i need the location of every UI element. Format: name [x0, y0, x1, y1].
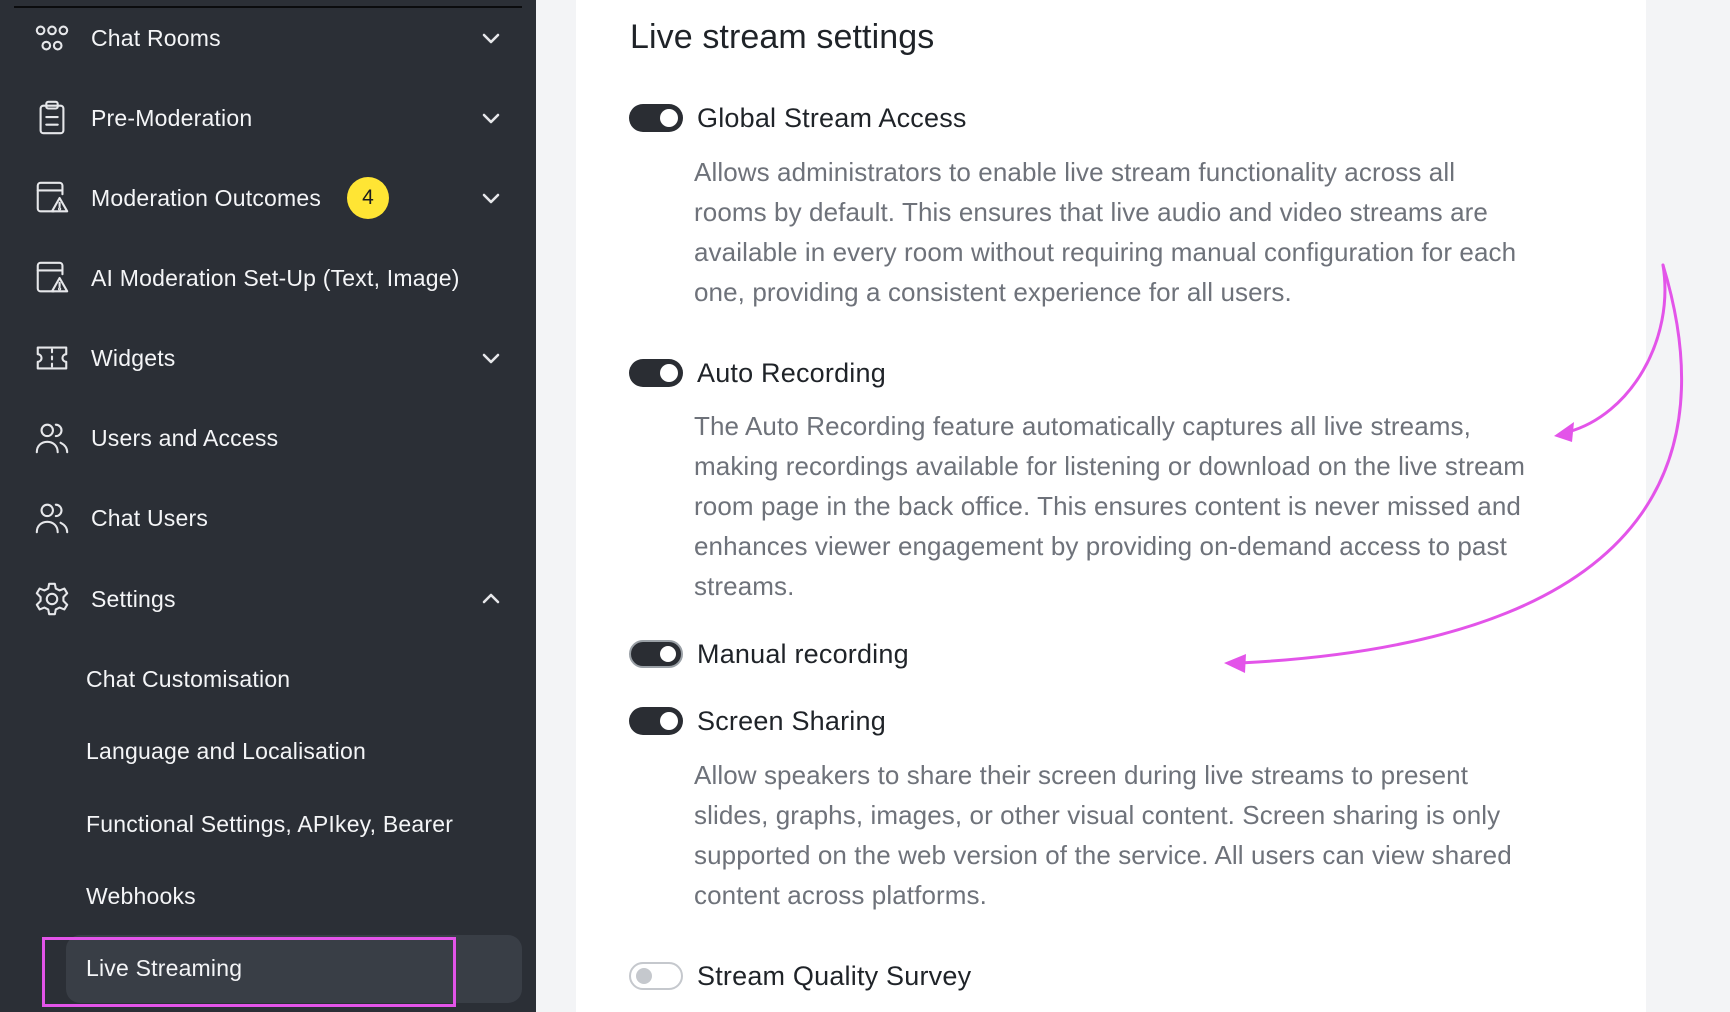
sidebar-subitem-functional-settings[interactable]: Functional Settings, APIkey, Bearer — [86, 811, 453, 838]
users-icon — [32, 498, 72, 538]
sidebar-item-users-and-access[interactable]: Users and Access — [0, 410, 536, 466]
sidebar-item-chat-rooms[interactable]: Chat Rooms — [0, 10, 536, 66]
ticket-icon — [32, 338, 72, 378]
sidebar-item-settings[interactable]: Settings — [0, 571, 536, 627]
toggle-manual-recording[interactable] — [629, 640, 683, 668]
setting-description-global-stream-access: Allows administrators to enable live str… — [694, 152, 1594, 312]
clipboard-icon — [32, 98, 72, 138]
sidebar-item-label: Users and Access — [91, 424, 279, 451]
description-line: Allows administrators to enable live str… — [694, 157, 1456, 187]
description-line: available in every room without requirin… — [694, 237, 1517, 267]
setting-title-screen-sharing: Screen Sharing — [697, 706, 886, 736]
annotation-highlight-box — [42, 937, 456, 1007]
chevron-down-icon[interactable] — [478, 185, 504, 211]
sidebar-item-label: AI Moderation Set-Up (Text, Image) — [91, 264, 460, 291]
sidebar-item-label: Moderation Outcomes — [91, 184, 322, 211]
setting-description-auto-recording: The Auto Recording feature automatically… — [694, 406, 1594, 606]
sidebar-subitem-language-localisation[interactable]: Language and Localisation — [86, 738, 366, 765]
toggle-global-stream-access[interactable] — [629, 104, 683, 132]
setting-description-screen-sharing: Allow speakers to share their screen dur… — [694, 755, 1594, 915]
description-line: content across platforms. — [694, 880, 987, 910]
file-warning-icon — [32, 258, 72, 298]
sidebar: Chat Rooms Pre-Moderation Moderation Out… — [0, 0, 536, 1012]
count-badge: 4 — [347, 177, 389, 219]
chevron-down-icon[interactable] — [478, 105, 504, 131]
page-title: Live stream settings — [630, 18, 935, 56]
setting-title-manual-recording: Manual recording — [697, 639, 909, 669]
toggle-screen-sharing[interactable] — [629, 707, 683, 735]
toggle-auto-recording[interactable] — [629, 359, 683, 387]
sidebar-divider — [14, 6, 522, 8]
sidebar-subitem-webhooks[interactable]: Webhooks — [86, 883, 196, 910]
chevron-up-icon[interactable] — [478, 586, 504, 612]
description-line: slides, graphs, images, or other visual … — [694, 800, 1501, 830]
sidebar-item-chat-users[interactable]: Chat Users — [0, 490, 536, 546]
description-line: streams. — [694, 571, 795, 601]
description-line: room page in the back office. This ensur… — [694, 491, 1521, 521]
sidebar-item-label: Chat Rooms — [91, 24, 221, 51]
description-line: one, providing a consistent experience f… — [694, 277, 1292, 307]
toggle-knob — [636, 968, 652, 984]
description-line: enhances viewer engagement by providing … — [694, 531, 1507, 561]
sidebar-subitem-chat-customisation[interactable]: Chat Customisation — [86, 666, 290, 693]
description-line: The Auto Recording feature automatically… — [694, 411, 1471, 441]
description-line: making recordings available for listenin… — [694, 451, 1525, 481]
toggle-knob — [660, 364, 678, 382]
setting-title-auto-recording: Auto Recording — [697, 358, 886, 388]
sidebar-item-label: Chat Users — [91, 504, 209, 531]
file-warning-icon — [32, 178, 72, 218]
network-icon — [32, 18, 72, 58]
users-icon — [32, 418, 72, 458]
chevron-down-icon[interactable] — [478, 345, 504, 371]
chevron-down-icon[interactable] — [478, 25, 504, 51]
setting-title-global-stream-access: Global Stream Access — [697, 103, 967, 133]
toggle-knob — [660, 646, 676, 662]
gear-icon — [32, 579, 72, 619]
sidebar-item-label: Pre-Moderation — [91, 104, 253, 131]
sidebar-item-moderation-outcomes[interactable]: Moderation Outcomes 4 — [0, 170, 536, 226]
toggle-knob — [660, 712, 678, 730]
toggle-knob — [660, 109, 678, 127]
sidebar-item-ai-moderation[interactable]: AI Moderation Set-Up (Text, Image) — [0, 250, 536, 306]
description-line: rooms by default. This ensures that live… — [694, 197, 1488, 227]
toggle-stream-quality-survey[interactable] — [629, 962, 683, 990]
sidebar-item-widgets[interactable]: Widgets — [0, 330, 536, 386]
sidebar-item-label: Settings — [91, 585, 176, 612]
description-line: supported on the web version of the serv… — [694, 840, 1512, 870]
sidebar-item-pre-moderation[interactable]: Pre-Moderation — [0, 90, 536, 146]
sidebar-item-label: Widgets — [91, 344, 176, 371]
description-line: Allow speakers to share their screen dur… — [694, 760, 1469, 790]
setting-title-stream-quality-survey: Stream Quality Survey — [697, 961, 972, 991]
